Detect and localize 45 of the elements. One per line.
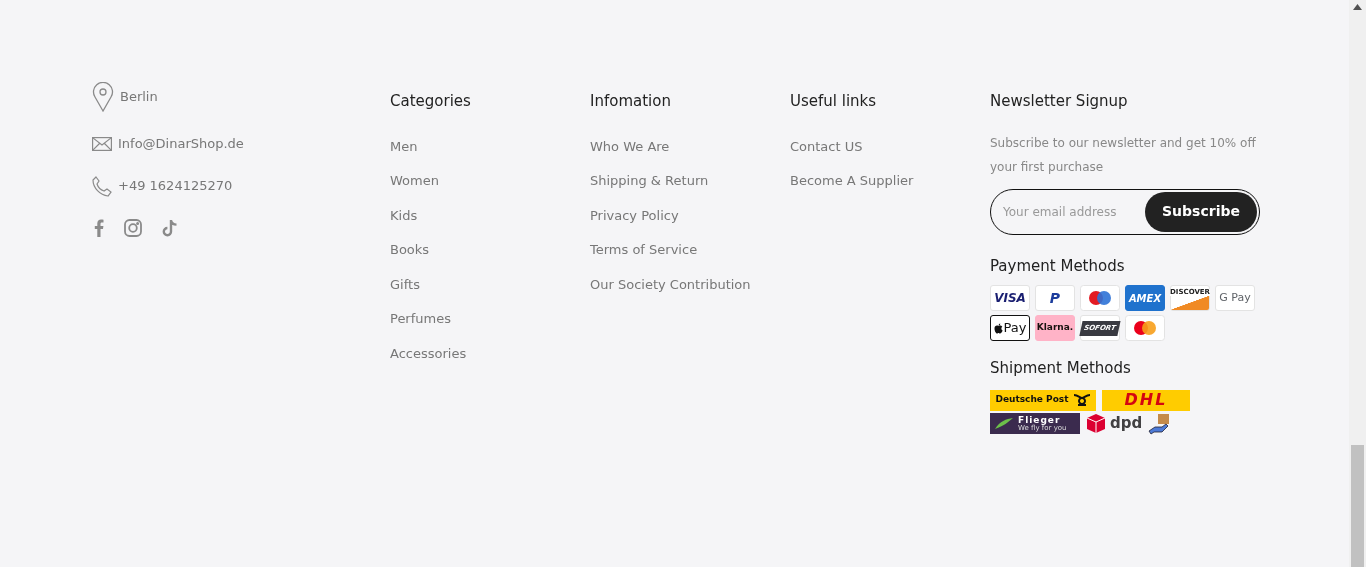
dhl-logo: DHL: [1102, 389, 1190, 411]
column-heading: Infomation: [590, 91, 672, 112]
scrollbar[interactable]: [1349, 0, 1366, 567]
contact-text: +49 1624125270: [118, 177, 233, 196]
paypal-logo: P: [1035, 285, 1075, 311]
contact-text: Berlin: [120, 88, 158, 107]
shipment-heading: Shipment Methods: [990, 358, 1132, 379]
maestro-logo: [1080, 285, 1120, 311]
footer-link[interactable]: Gifts: [390, 274, 420, 294]
footer-link[interactable]: Women: [390, 171, 439, 191]
footer-link[interactable]: Contact US: [790, 136, 863, 156]
footer-link[interactable]: Terms of Service: [590, 240, 698, 260]
instagram-icon[interactable]: [124, 218, 142, 237]
location-pin-icon: [92, 82, 114, 112]
scrollbar-thumb[interactable]: [1351, 445, 1364, 567]
mastercard-logo: [1125, 315, 1165, 341]
newsletter-text: Subscribe to our newsletter and get 10% off your first purchase: [990, 134, 1257, 176]
footer-link[interactable]: Perfumes: [390, 309, 451, 329]
column-heading: Categories: [390, 91, 472, 112]
footer-link[interactable]: Shipping & Return: [590, 171, 709, 191]
newsletter-heading: Newsletter Signup: [990, 91, 1129, 112]
google-pay-logo: G Pay: [1215, 285, 1255, 311]
payment-heading: Payment Methods: [990, 255, 1126, 277]
footer-link[interactable]: Become A Supplier: [790, 171, 914, 191]
tiktok-icon[interactable]: [162, 218, 178, 237]
footer-link[interactable]: Who We Are: [590, 136, 670, 156]
subscribe-button[interactable]: Subscribe: [1145, 191, 1257, 232]
deutsche-post-logo: Deutsche Post: [990, 389, 1096, 411]
envelope-icon: [92, 136, 112, 151]
footer-link[interactable]: Kids: [390, 205, 418, 225]
facebook-icon[interactable]: [94, 218, 104, 237]
apple-pay-logo: Pay: [990, 315, 1030, 341]
column-heading: Useful links: [790, 91, 878, 112]
dpd-logo: dpd: [1086, 413, 1143, 434]
footer-link[interactable]: Men: [390, 136, 418, 156]
visa-logo: VISA: [990, 285, 1030, 311]
footer-link[interactable]: Accessories: [390, 343, 467, 363]
phone-icon: [92, 175, 112, 197]
footer-link[interactable]: Our Society Contribution: [590, 274, 751, 294]
amex-logo: AMEX: [1125, 285, 1165, 311]
footer-link[interactable]: Privacy Policy: [590, 205, 679, 225]
contact-text: Info@DinarShop.de: [118, 135, 244, 153]
klarna-logo: Klarna.: [1035, 315, 1075, 341]
footer-link[interactable]: Books: [390, 240, 430, 260]
scroll-up-arrow-icon[interactable]: [1353, 4, 1362, 10]
